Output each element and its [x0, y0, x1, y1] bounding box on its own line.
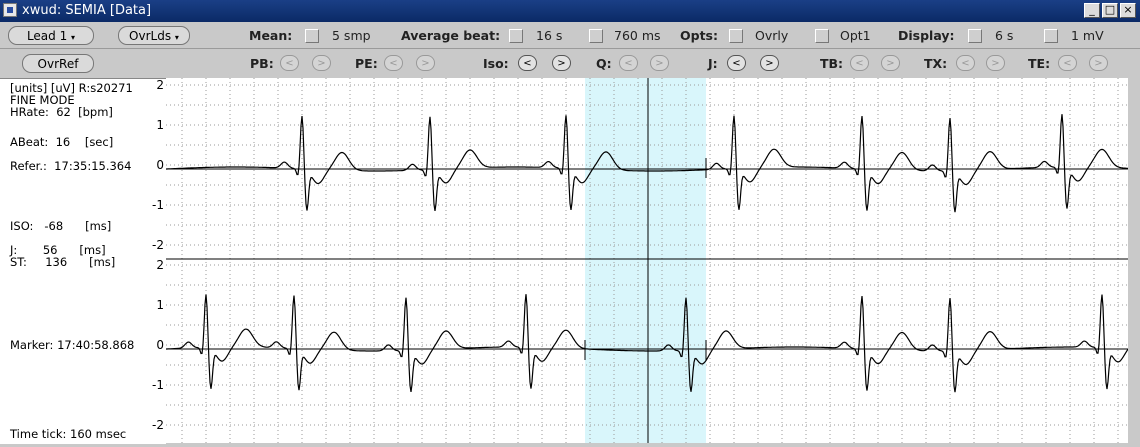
- opts-label: Opts:: [680, 28, 718, 43]
- q-right-arrow-icon[interactable]: >: [650, 55, 669, 71]
- marker-tb-label: TB:: [820, 56, 844, 71]
- marker-j-label: J:: [708, 56, 718, 71]
- upper-tick-minus2: -2: [152, 238, 164, 252]
- lower-tick-minus2: -2: [152, 418, 164, 432]
- average-beat-value-2: 760 ms: [614, 28, 661, 43]
- opt1-checkbox[interactable]: [815, 29, 829, 43]
- average-beat-value-1: 16 s: [536, 28, 563, 43]
- marker-tx-label: TX:: [924, 56, 948, 71]
- refer-text: Refer.: 17:35:15.364: [10, 159, 132, 173]
- iso-left-arrow-icon[interactable]: <: [518, 55, 537, 71]
- iso-right-arrow-icon[interactable]: >: [552, 55, 571, 71]
- pe-right-arrow-icon[interactable]: >: [416, 55, 435, 71]
- upper-tick-2: 2: [156, 78, 164, 92]
- hrate-text: HRate: 62 [bpm]: [10, 105, 113, 119]
- ovrly-checkbox[interactable]: [729, 29, 743, 43]
- lead-select-label: Lead 1: [26, 29, 68, 43]
- marker-iso-label: Iso:: [483, 56, 509, 71]
- marker-pb-label: PB:: [250, 56, 274, 71]
- chevron-down-icon: ▾: [71, 33, 76, 42]
- marker-te-label: TE:: [1028, 56, 1051, 71]
- upper-tick-0: 0: [156, 158, 164, 172]
- tb-right-arrow-icon[interactable]: >: [881, 55, 900, 71]
- pb-right-arrow-icon[interactable]: >: [312, 55, 331, 71]
- chevron-down-icon: ▾: [174, 33, 179, 42]
- lower-tick-minus1: -1: [152, 378, 164, 392]
- marker-pe-label: PE:: [355, 56, 378, 71]
- display-toggle-2[interactable]: [1044, 29, 1058, 43]
- mean-label: Mean:: [249, 28, 293, 43]
- average-beat-label: Average beat:: [401, 28, 501, 43]
- marker-q-label: Q:: [596, 56, 612, 71]
- selection-highlight: [585, 78, 706, 443]
- opt1-label: Opt1: [840, 28, 871, 43]
- display-value-2: 1 mV: [1071, 28, 1104, 43]
- mean-toggle[interactable]: [305, 29, 319, 43]
- tx-right-arrow-icon[interactable]: >: [986, 55, 1005, 71]
- upper-tick-minus1: -1: [152, 198, 164, 212]
- tb-left-arrow-icon[interactable]: <: [850, 55, 869, 71]
- time-tick-text: Time tick: 160 msec: [10, 427, 127, 441]
- ovrlds-label: OvrLds: [129, 29, 172, 43]
- lower-tick-1: 1: [156, 298, 164, 312]
- ovrref-button[interactable]: OvrRef: [22, 54, 94, 73]
- st-text: ST: 136 [ms]: [10, 255, 116, 269]
- average-beat-toggle-2[interactable]: [589, 29, 603, 43]
- pe-left-arrow-icon[interactable]: <: [384, 55, 403, 71]
- window-titlebar: xwud: SEMIA [Data] _ □ ×: [0, 0, 1140, 22]
- te-right-arrow-icon[interactable]: >: [1089, 55, 1108, 71]
- lower-tick-0: 0: [156, 338, 164, 352]
- ovrlds-button[interactable]: OvrLds ▾: [118, 26, 190, 45]
- j-right-arrow-icon[interactable]: >: [760, 55, 779, 71]
- q-left-arrow-icon[interactable]: <: [619, 55, 638, 71]
- app-icon: [3, 3, 17, 17]
- tx-left-arrow-icon[interactable]: <: [956, 55, 975, 71]
- axis-tick-labels: 2 1 0 -1 -2 2 1 0 -1 -2: [140, 78, 166, 443]
- lead-select-button[interactable]: Lead 1 ▾: [8, 26, 94, 45]
- abeat-text: ABeat: 16 [sec]: [10, 135, 114, 149]
- display-value-1: 6 s: [995, 28, 1014, 43]
- close-button[interactable]: ×: [1120, 3, 1136, 18]
- toolbar-markers: OvrRef PB: < > PE: < > Iso: < > Q: < > J…: [0, 50, 1140, 77]
- pb-left-arrow-icon[interactable]: <: [280, 55, 299, 71]
- window-title: xwud: SEMIA [Data]: [22, 3, 152, 18]
- display-toggle-1[interactable]: [968, 29, 982, 43]
- display-label: Display:: [898, 28, 955, 43]
- minimize-button[interactable]: _: [1084, 3, 1100, 18]
- iso-text: ISO: -68 [ms]: [10, 219, 112, 233]
- mean-value: 5 smp: [332, 28, 371, 43]
- lower-tick-2: 2: [156, 258, 164, 272]
- marker-time-text: Marker: 17:40:58.868: [10, 338, 135, 352]
- upper-tick-1: 1: [156, 118, 164, 132]
- ecg-plot-area[interactable]: [166, 78, 1128, 443]
- te-left-arrow-icon[interactable]: <: [1058, 55, 1077, 71]
- maximize-button[interactable]: □: [1102, 3, 1118, 18]
- average-beat-toggle-1[interactable]: [509, 29, 523, 43]
- j-left-arrow-icon[interactable]: <: [727, 55, 746, 71]
- ovrly-label: Ovrly: [755, 28, 789, 43]
- toolbar-top: Lead 1 ▾ OvrLds ▾ Mean: 5 smp Average be…: [0, 22, 1140, 49]
